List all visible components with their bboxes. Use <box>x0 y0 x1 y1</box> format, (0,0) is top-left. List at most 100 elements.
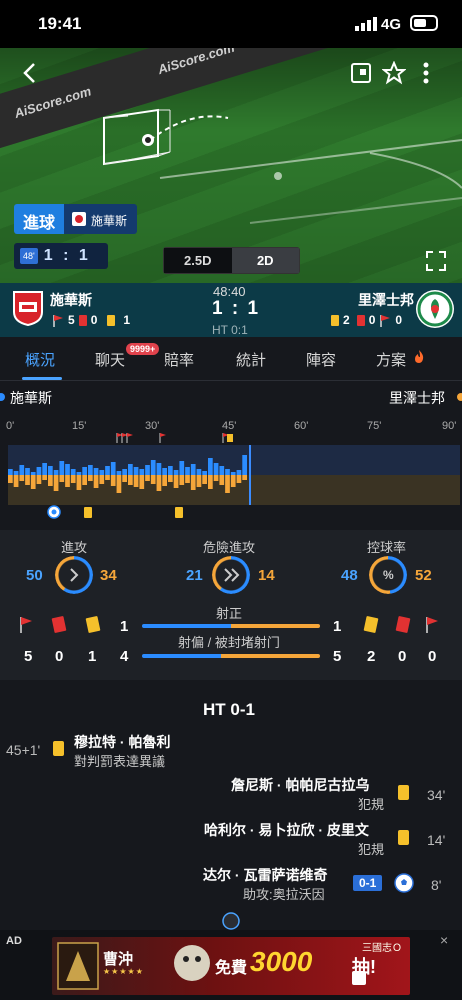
home-team-name[interactable]: 施華斯 <box>50 290 92 310</box>
event-player[interactable]: 达尔 · 瓦雷萨诺维奇 <box>203 865 327 885</box>
home-pressure-bar <box>122 469 127 475</box>
event-minute: 8' <box>431 877 442 893</box>
home-pressure-bar <box>139 469 145 475</box>
home-team-crest-icon <box>13 291 43 326</box>
away-pressure-bar <box>208 475 213 489</box>
goal-event-badge: 進球 施華斯 <box>14 204 138 234</box>
favorite-star-icon[interactable] <box>382 61 406 85</box>
goal-team: 施華斯 <box>64 204 138 234</box>
tab-overview[interactable]: 概況 <box>25 349 55 370</box>
away-pressure-bar <box>48 475 53 486</box>
tab-stats[interactable]: 統計 <box>236 349 266 370</box>
ad-close-icon[interactable]: × <box>440 932 448 948</box>
red-card-icon <box>78 314 87 326</box>
away-team-name[interactable]: 里澤士邦 <box>358 290 414 310</box>
away-corners-count: 0 <box>428 648 437 665</box>
status-time: 19:41 <box>38 14 82 33</box>
tick-label: 15' <box>72 420 87 432</box>
event-detail: 對判罰表達異議 <box>74 754 166 769</box>
back-icon[interactable] <box>22 62 38 84</box>
away-pressure-bar <box>185 475 190 483</box>
away-pressure-bar <box>8 475 13 483</box>
corner-flag-icon <box>380 314 391 327</box>
home-pressure-bar <box>65 464 70 475</box>
away-pressure-bar <box>162 475 167 486</box>
corner-flag-icon <box>53 314 63 327</box>
event-player[interactable]: 穆拉特 · 帕魯利 <box>74 732 170 752</box>
current-time-marker <box>249 445 251 505</box>
tab-lineups[interactable]: 陣容 <box>306 349 336 370</box>
home-pressure-bar <box>42 463 47 475</box>
fullscreen-icon[interactable] <box>425 250 447 272</box>
away-pressure-bar <box>139 475 145 489</box>
home-pressure-bar <box>110 462 116 475</box>
attack-label: 進攻 <box>61 540 88 555</box>
home-pressure-bar <box>93 468 99 475</box>
home-pressure-bar <box>70 469 76 475</box>
home-pressure-bar <box>99 470 105 475</box>
pressure-chart <box>8 455 247 493</box>
tab-odds[interactable]: 賠率 <box>164 349 194 370</box>
dangerous-attack-label: 危險進攻 <box>203 540 256 555</box>
home-pressure-bar <box>30 472 36 475</box>
view-2d-button[interactable]: 2D <box>231 248 299 273</box>
signal-icon <box>355 17 377 31</box>
home-pressure-bar <box>53 470 59 475</box>
percent-icon: % <box>383 568 394 582</box>
home-pressure-bar <box>105 466 110 475</box>
away-pressure-bar <box>242 475 247 480</box>
more-menu-icon[interactable] <box>422 62 430 84</box>
home-pressure-bar <box>8 469 13 475</box>
home-pressure-bar <box>88 465 93 475</box>
away-team-summary: 2 0 0 <box>331 313 402 327</box>
event-player[interactable]: 詹尼斯 · 帕帕尼古拉乌 <box>231 775 369 795</box>
away-pressure-bar <box>190 475 196 490</box>
possession-home: 48 <box>341 567 358 584</box>
away-pressure-bar <box>25 475 30 485</box>
main-score: 1 : 1 <box>212 298 261 319</box>
tab-tips[interactable]: 方案 <box>376 349 406 370</box>
possession-away: 52 <box>415 567 432 584</box>
home-pressure-bar <box>128 464 133 475</box>
home-team-summary: 5 0 1 <box>52 313 130 327</box>
home-pressure-bar <box>116 471 122 475</box>
yellow-card-icon <box>227 434 233 442</box>
yellow-card-icon <box>53 741 64 756</box>
tick-label: 60' <box>294 420 309 432</box>
yellow-card-icon <box>398 785 409 800</box>
dangerous-home: 21 <box>186 567 203 584</box>
away-pressure-bar <box>116 475 122 493</box>
yellow-card-icon <box>331 314 339 326</box>
on-target-label: 射正 <box>216 606 243 621</box>
away-pressure-bar <box>19 475 25 481</box>
away-reds-count: 0 <box>398 648 407 665</box>
home-pressure-bar <box>82 467 87 475</box>
halftime-title: HT 0-1 <box>203 700 255 719</box>
ad-amount: 3000 <box>250 946 313 977</box>
home-pressure-bar <box>213 463 219 475</box>
away-yellows: 2 <box>343 313 350 327</box>
tab-chat[interactable]: 聊天 <box>95 349 125 370</box>
home-pressure-bar <box>59 461 65 475</box>
away-pressure-bar <box>213 475 219 481</box>
away-pressure-bar <box>13 475 19 487</box>
attack-home: 50 <box>26 567 43 584</box>
away-pressure-bar <box>99 475 105 484</box>
view-2-5d-button[interactable]: 2.5D <box>164 248 232 273</box>
away-off-target: 5 <box>333 648 342 665</box>
home-pressure-bar <box>242 455 247 475</box>
away-pressure-bar <box>59 475 65 482</box>
away-pressure-bar <box>145 475 150 481</box>
home-pressure-bar <box>179 461 185 475</box>
home-on-target: 1 <box>120 618 129 635</box>
corner-flag-icon <box>426 617 438 633</box>
tick-label: 90' <box>442 420 457 432</box>
picture-in-picture-icon[interactable] <box>351 63 371 83</box>
event-detail: 助攻:奥拉沃因 <box>243 887 325 902</box>
away-pressure-bar <box>179 475 185 485</box>
yellow-card-icon <box>107 314 116 326</box>
away-pressure-bar <box>128 475 133 485</box>
away-pressure-bar <box>168 475 173 482</box>
event-player[interactable]: 哈利尔 · 易卜拉欣 · 皮里文 <box>204 820 369 840</box>
home-pressure-bar <box>19 465 25 475</box>
